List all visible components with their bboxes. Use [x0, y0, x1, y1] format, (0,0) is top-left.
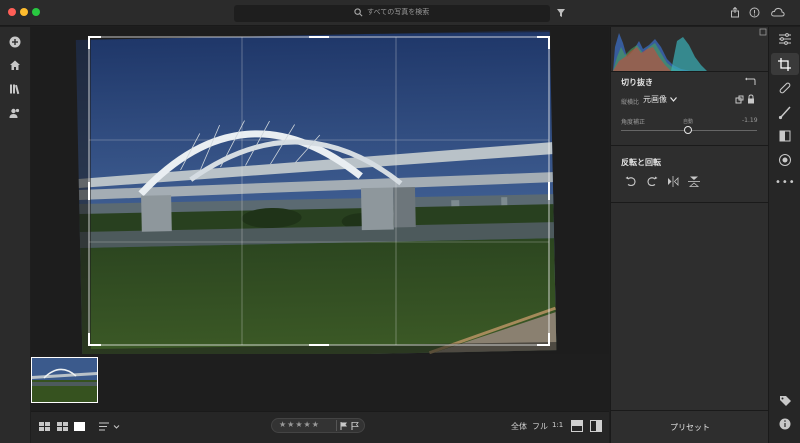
- info-icon[interactable]: [749, 7, 760, 18]
- home-icon[interactable]: [9, 59, 21, 71]
- zoom-fill-button[interactable]: フル: [532, 421, 548, 432]
- left-sidebar: [0, 27, 30, 443]
- people-icon[interactable]: [9, 107, 21, 119]
- compare-icon[interactable]: [590, 420, 602, 432]
- healing-brush-icon[interactable]: [775, 79, 795, 97]
- detail-view-icon[interactable]: [74, 422, 85, 431]
- filmstrip-thumbnail[interactable]: [31, 357, 98, 403]
- search-placeholder: すべての写真を検索: [367, 8, 430, 16]
- crop-section-title: 切り抜き: [621, 78, 653, 87]
- square-grid-view-icon[interactable]: [57, 422, 69, 432]
- photo-canvas[interactable]: [31, 27, 609, 360]
- edit-panel: 切り抜き 縦横比 元画像 角度補正 自動 -1.19 反転と回転 プリセット: [610, 27, 769, 443]
- aspect-ratio-select[interactable]: 元画像: [643, 94, 677, 105]
- zoom-window-button[interactable]: [32, 8, 40, 16]
- rating-flag-group: ★★★★★: [271, 418, 365, 433]
- rotate-left-icon[interactable]: [625, 176, 637, 187]
- close-window-button[interactable]: [8, 8, 16, 16]
- flip-rotate-section-title: 反転と回転: [621, 158, 661, 167]
- photo-crop-view[interactable]: [31, 27, 609, 360]
- zoom-fit-button[interactable]: 全体: [511, 421, 527, 432]
- auto-straighten-button[interactable]: 自動: [683, 118, 693, 125]
- share-icon[interactable]: [730, 7, 740, 18]
- bottom-toolbar: ★★★★★ 全体 フル 1:1: [31, 411, 609, 443]
- aspect-ratio-value: 元画像: [643, 95, 667, 104]
- angle-value[interactable]: -1.19: [742, 117, 758, 124]
- photo-image: [75, 30, 557, 360]
- flip-vertical-icon[interactable]: [688, 176, 700, 187]
- right-toolstrip: •••: [768, 27, 800, 443]
- reject-flag-icon[interactable]: [351, 422, 359, 430]
- rotate-right-icon[interactable]: [646, 176, 658, 187]
- edit-sliders-icon[interactable]: [775, 30, 795, 48]
- zoom-1to1-button[interactable]: 1:1: [552, 421, 563, 429]
- info-panel-icon[interactable]: [775, 415, 795, 433]
- cloud-sync-icon[interactable]: [771, 7, 785, 18]
- presets-label: プリセット: [670, 422, 710, 432]
- library-icon[interactable]: [9, 83, 21, 95]
- filter-icon[interactable]: [556, 8, 566, 18]
- minimize-window-button[interactable]: [20, 8, 28, 16]
- sort-icon[interactable]: [99, 422, 121, 432]
- crop-rotate-icon[interactable]: [775, 55, 795, 73]
- angle-slider-thumb[interactable]: [684, 126, 692, 134]
- flip-horizontal-icon[interactable]: [667, 176, 679, 187]
- title-bar: すべての写真を検索: [0, 0, 800, 26]
- presets-button[interactable]: プリセット: [611, 411, 769, 443]
- grid-view-icon[interactable]: [39, 422, 51, 432]
- rotate-aspect-icon[interactable]: [735, 95, 744, 104]
- rating-stars[interactable]: ★★★★★: [279, 420, 320, 429]
- angle-label: 角度補正: [621, 119, 646, 126]
- brush-icon[interactable]: [775, 103, 795, 121]
- radial-gradient-icon[interactable]: [775, 151, 795, 169]
- search-bar[interactable]: すべての写真を検索: [234, 5, 550, 22]
- reset-crop-icon[interactable]: [745, 77, 756, 87]
- search-icon: [354, 7, 363, 16]
- more-options-icon[interactable]: •••: [775, 177, 795, 188]
- before-after-icon[interactable]: [571, 420, 583, 432]
- add-icon[interactable]: [9, 36, 21, 48]
- lock-icon[interactable]: [747, 94, 755, 104]
- tag-icon[interactable]: [775, 391, 795, 409]
- aspect-ratio-label: 縦横比: [621, 99, 640, 106]
- linear-gradient-icon[interactable]: [775, 127, 795, 145]
- chevron-down-icon: [670, 97, 677, 102]
- filmstrip: [31, 354, 609, 411]
- flag-icon[interactable]: [340, 422, 348, 430]
- histogram: [611, 27, 769, 71]
